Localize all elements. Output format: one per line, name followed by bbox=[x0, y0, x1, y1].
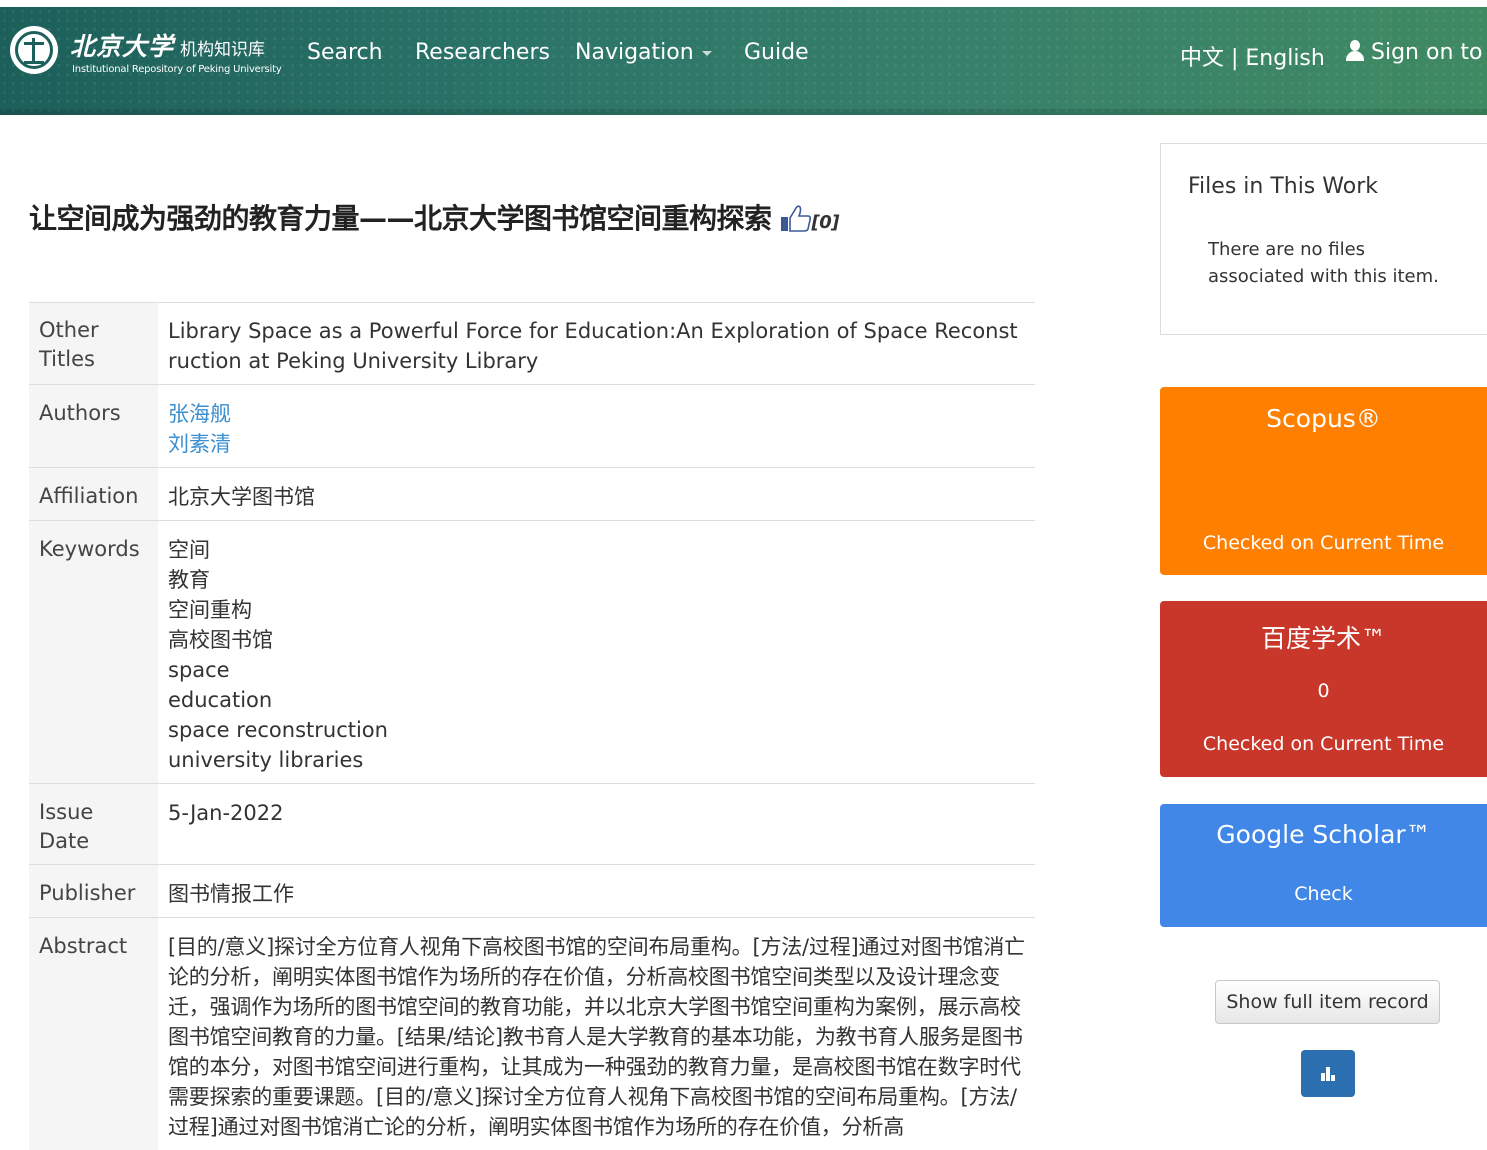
keyword: space bbox=[168, 655, 1025, 685]
statistics-button[interactable] bbox=[1301, 1050, 1355, 1097]
authors-label: Authors bbox=[29, 385, 158, 468]
author-link[interactable]: 张海舰 bbox=[168, 399, 1025, 429]
bar-chart-icon bbox=[1320, 1065, 1336, 1081]
author-link[interactable]: 刘素清 bbox=[168, 429, 1025, 459]
issue-date-value: 5-Jan-2022 bbox=[158, 784, 1035, 865]
other-titles-label: Other Titles bbox=[29, 303, 158, 385]
baidu-scholar-status: Checked on Current Time bbox=[1160, 733, 1487, 755]
logo-chinese-name[interactable]: 北京大学 bbox=[70, 27, 174, 63]
files-panel-title: Files in This Work bbox=[1188, 174, 1378, 199]
table-row: Authors 张海舰 刘素清 bbox=[29, 385, 1035, 468]
publisher-value: 图书情报工作 bbox=[158, 865, 1035, 918]
sign-on-link[interactable]: Sign on to bbox=[1345, 40, 1482, 65]
show-full-record-button[interactable]: Show full item record bbox=[1215, 980, 1440, 1024]
baidu-scholar-citation-box[interactable]: 百度学术™ 0 Checked on Current Time bbox=[1160, 601, 1487, 777]
thumbs-up-icon[interactable] bbox=[780, 204, 812, 239]
scopus-citation-box[interactable]: Scopus® Checked on Current Time bbox=[1160, 387, 1487, 575]
affiliation-label: Affiliation bbox=[29, 468, 158, 521]
chevron-down-icon bbox=[702, 51, 712, 56]
keyword: university libraries bbox=[168, 745, 1025, 775]
table-row: Publisher 图书情报工作 bbox=[29, 865, 1035, 918]
scopus-label: Scopus® bbox=[1160, 404, 1487, 433]
keyword: 空间重构 bbox=[168, 595, 1025, 625]
keywords-value: 空间 教育 空间重构 高校图书馆 space education space r… bbox=[158, 521, 1035, 784]
affiliation-value: 北京大学图书馆 bbox=[158, 468, 1035, 521]
site-header: 北京大学 机构知识库 Institutional Repository of P… bbox=[0, 7, 1487, 115]
item-title-text: 让空间成为强劲的教育力量——北京大学图书馆空间重构探索 bbox=[29, 202, 772, 235]
authors-value: 张海舰 刘素清 bbox=[158, 385, 1035, 468]
keyword: 空间 bbox=[168, 535, 1025, 565]
issue-date-label: Issue Date bbox=[29, 784, 158, 865]
google-scholar-citation-box[interactable]: Google Scholar™ Check bbox=[1160, 804, 1487, 927]
keyword: space reconstruction bbox=[168, 715, 1025, 745]
logo-repository-name[interactable]: 机构知识库 bbox=[180, 35, 265, 60]
table-row: Keywords 空间 教育 空间重构 高校图书馆 space educatio… bbox=[29, 521, 1035, 784]
window-frame bbox=[0, 0, 1487, 7]
publisher-label: Publisher bbox=[29, 865, 158, 918]
abstract-value: [目的/意义]探讨全方位育人视角下高校图书馆的空间布局重构。[方法/过程]通过对… bbox=[158, 918, 1035, 1150]
item-metadata-table: Other Titles Library Space as a Powerful… bbox=[29, 302, 1035, 1150]
scopus-status: Checked on Current Time bbox=[1160, 532, 1487, 554]
nav-navigation-dropdown[interactable]: Navigation bbox=[575, 40, 712, 65]
table-row: Issue Date 5-Jan-2022 bbox=[29, 784, 1035, 865]
keyword: 教育 bbox=[168, 565, 1025, 595]
table-row: Other Titles Library Space as a Powerful… bbox=[29, 303, 1035, 385]
nav-researchers[interactable]: Researchers bbox=[415, 40, 550, 65]
keywords-label: Keywords bbox=[29, 521, 158, 784]
user-icon bbox=[1345, 40, 1365, 62]
item-title: 让空间成为强劲的教育力量——北京大学图书馆空间重构探索 [0] bbox=[29, 197, 839, 239]
files-panel: Files in This Work There are no files as… bbox=[1160, 143, 1487, 335]
university-emblem-icon[interactable] bbox=[10, 26, 58, 74]
abstract-label: Abstract bbox=[29, 918, 158, 1150]
nav-search[interactable]: Search bbox=[307, 40, 383, 65]
like-count[interactable]: [0] bbox=[812, 212, 839, 233]
other-titles-value: Library Space as a Powerful Force for Ed… bbox=[158, 303, 1035, 385]
language-switcher[interactable]: 中文 | English bbox=[1180, 40, 1325, 72]
table-row: Abstract [目的/意义]探讨全方位育人视角下高校图书馆的空间布局重构。[… bbox=[29, 918, 1035, 1150]
sign-on-label: Sign on to bbox=[1371, 40, 1482, 65]
keyword: 高校图书馆 bbox=[168, 625, 1025, 655]
logo-english-name[interactable]: Institutional Repository of Peking Unive… bbox=[72, 64, 282, 75]
table-row: Affiliation 北京大学图书馆 bbox=[29, 468, 1035, 521]
nav-navigation-label: Navigation bbox=[575, 40, 694, 65]
baidu-scholar-count: 0 bbox=[1160, 680, 1487, 702]
google-scholar-label: Google Scholar™ bbox=[1160, 820, 1487, 849]
baidu-scholar-label: 百度学术™ bbox=[1160, 619, 1487, 655]
keyword: education bbox=[168, 685, 1025, 715]
google-scholar-check: Check bbox=[1160, 883, 1487, 905]
nav-guide[interactable]: Guide bbox=[744, 40, 809, 65]
files-panel-message: There are no files associated with this … bbox=[1208, 236, 1458, 290]
